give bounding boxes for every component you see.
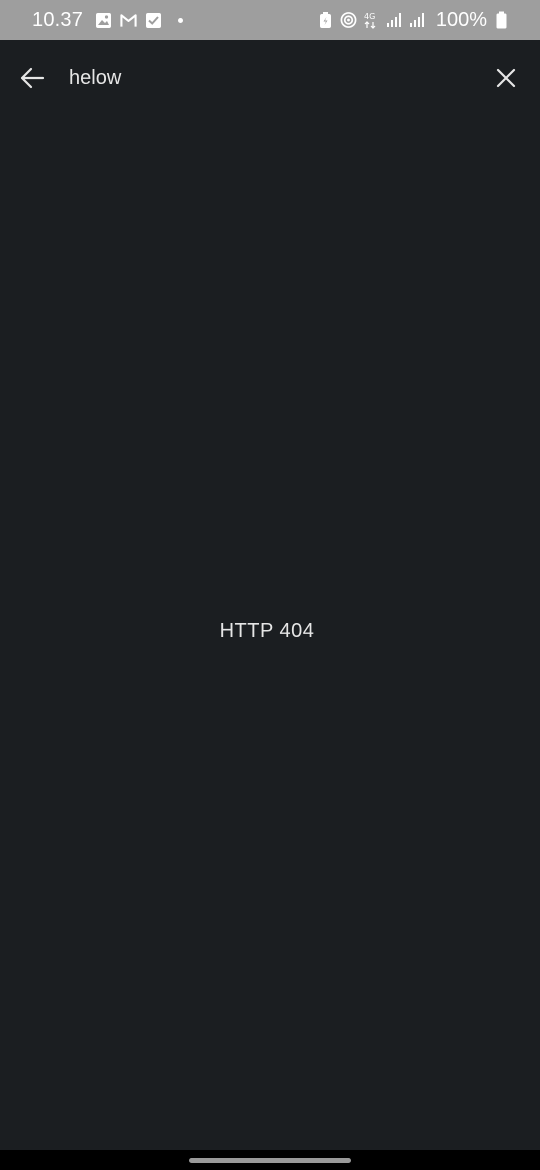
clear-search-button[interactable]: [492, 64, 520, 92]
navigation-bar: [0, 1150, 540, 1170]
notification-dot-icon: [178, 17, 184, 23]
back-button[interactable]: [18, 64, 46, 92]
hotspot-icon: [340, 12, 357, 29]
status-right: 4G 100%: [317, 0, 510, 40]
close-icon: [496, 68, 516, 88]
status-left: 10.37: [32, 0, 184, 40]
home-gesture-handle[interactable]: [189, 1158, 351, 1163]
gmail-icon: [120, 12, 137, 29]
battery-saver-icon: [317, 12, 334, 29]
svg-text:4G: 4G: [364, 12, 375, 21]
search-input[interactable]: [69, 62, 449, 94]
arrow-back-icon: [20, 67, 45, 89]
signal-icon: [386, 12, 403, 29]
battery-percentage: 100%: [435, 8, 487, 31]
status-bar: 10.37 4G 100%: [0, 0, 540, 40]
search-bar: [0, 40, 540, 116]
network-4g-icon: 4G: [363, 12, 380, 29]
image-notification-icon: [95, 12, 112, 29]
signal-icon: [409, 12, 426, 29]
status-time: 10.37: [32, 8, 84, 31]
battery-icon: [493, 11, 510, 29]
error-message: HTTP 404: [219, 620, 315, 642]
checkbox-icon: [145, 12, 162, 29]
